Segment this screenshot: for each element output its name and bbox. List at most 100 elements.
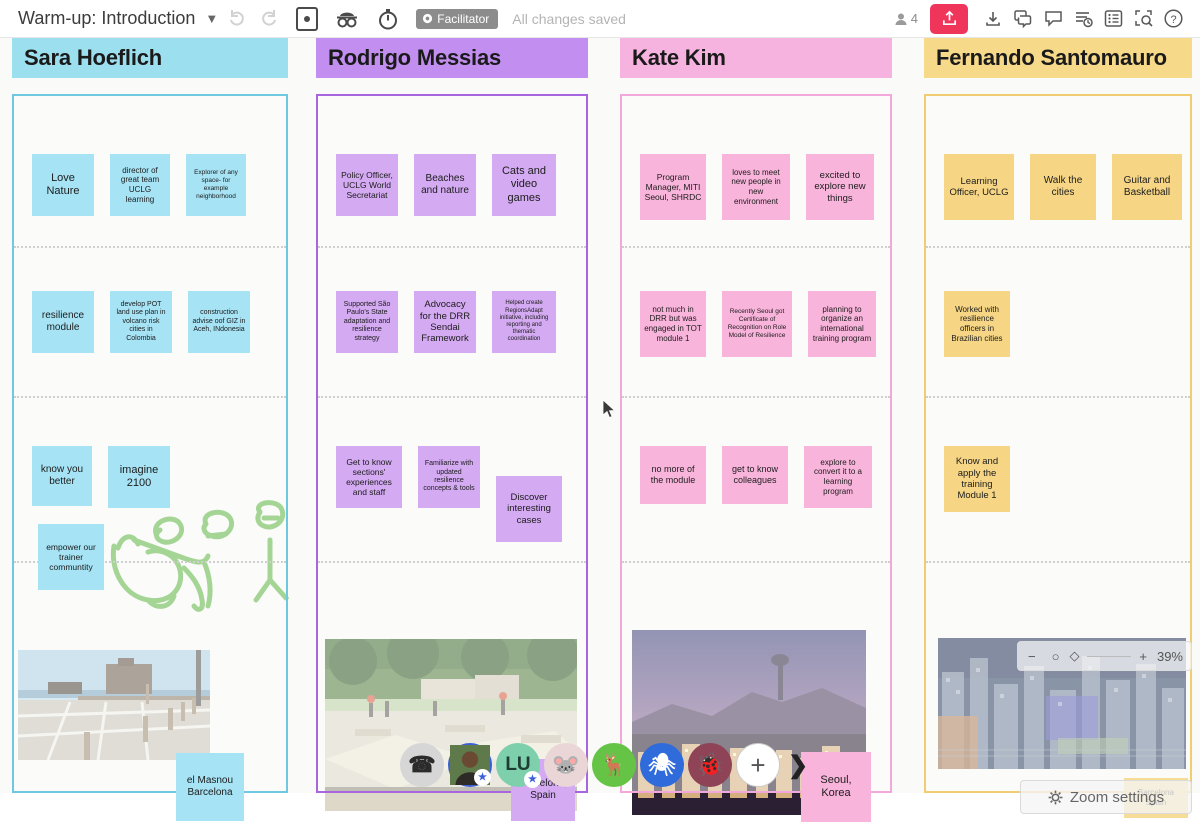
sticky-note-text: imagine 2100 <box>119 463 159 489</box>
column-header-label: Kate Kim <box>632 45 726 70</box>
sticky-note[interactable]: loves to meet new people in new environm… <box>722 154 790 220</box>
avatar-ladybug[interactable]: 🐞 <box>688 743 732 787</box>
avatar-mouse[interactable]: 🐭 <box>544 743 588 787</box>
section-divider <box>926 561 1190 563</box>
sticky-note[interactable]: Explorer of any space- for example neigh… <box>186 154 246 216</box>
user-count[interactable]: 4 <box>894 11 918 26</box>
column-header[interactable]: Fernando Santomauro <box>924 38 1192 78</box>
sticky-note-text: director of great team UCLG learning <box>120 165 160 204</box>
sticky-note[interactable]: planning to organize an international tr… <box>808 291 876 357</box>
zoom-slider-track[interactable] <box>1087 655 1132 657</box>
sticky-note[interactable]: Program Manager, MITI Seoul, SHRDC <box>640 154 706 220</box>
undo-icon[interactable] <box>224 6 250 32</box>
download-icon[interactable] <box>978 4 1008 34</box>
sticky-note[interactable]: Discover interesting cases <box>496 476 562 542</box>
column-header[interactable]: Sara Hoeflich <box>12 38 288 78</box>
sticky-note-caption-2[interactable]: Seoul, Korea <box>801 752 871 822</box>
activity-history-icon[interactable] <box>1068 4 1098 34</box>
section-divider <box>318 561 586 563</box>
sticky-note[interactable]: no more of the module <box>640 446 706 504</box>
sticky-note-text: Worked with resilience officers in Brazi… <box>951 304 1003 343</box>
svg-text:?: ? <box>1170 14 1176 26</box>
sticky-note[interactable]: Helped create RegionsAdapt initiative, i… <box>492 291 556 353</box>
zoom-in-button[interactable]: + <box>1139 649 1147 664</box>
sticky-note[interactable]: Policy Officer, UCLG World Secretariat <box>336 154 398 216</box>
sticky-note[interactable]: explore to convert it to a learning prog… <box>804 446 872 508</box>
chevron-down-icon[interactable]: ▼ <box>205 11 218 26</box>
avatar-deer[interactable]: 🦌 <box>592 743 636 787</box>
frame-icon[interactable] <box>296 6 319 31</box>
share-button[interactable] <box>930 3 968 34</box>
sticky-note[interactable]: Learning Officer, UCLG <box>944 154 1014 220</box>
sticky-note[interactable]: develop POT land use plan in volcano ris… <box>110 291 172 353</box>
section-divider <box>318 396 586 398</box>
sticky-note[interactable]: resilience module <box>32 291 94 353</box>
sticky-note-text: planning to organize an international tr… <box>812 304 872 343</box>
sticky-note[interactable]: empower our trainer communtity <box>38 524 104 590</box>
sticky-note[interactable]: Recently Seoul got Certificate of Recogn… <box>722 291 792 357</box>
board-column: Rodrigo Messias Policy Officer, UCLG Worl… <box>316 38 588 793</box>
gear-icon <box>1048 790 1063 804</box>
zoom-reset-button[interactable]: ○ <box>1036 649 1060 664</box>
sticky-note-text: resilience module <box>41 310 85 333</box>
sticky-note[interactable]: construction advise oof GIZ in Aceh, INd… <box>188 291 250 353</box>
column-header[interactable]: Kate Kim <box>620 38 892 78</box>
incognito-glasses-icon[interactable] <box>334 7 360 31</box>
sticky-note-text: Seoul, Korea <box>820 773 852 799</box>
avatar-star-badge: ★ <box>524 771 541 788</box>
zoom-fit-button[interactable]: ◇ <box>1059 648 1079 664</box>
section-divider <box>14 396 286 398</box>
sticky-note-text: Program Manager, MITI Seoul, SHRDC <box>644 171 702 203</box>
avatar-add[interactable]: + <box>736 743 780 787</box>
column-frame[interactable]: Policy Officer, UCLG World Secretariat Be… <box>316 94 588 793</box>
comments-icon[interactable] <box>1008 4 1038 34</box>
sticky-note-text: Cats and video games <box>501 165 547 204</box>
sticky-note[interactable]: Familiarize with updated resilience conc… <box>418 446 480 508</box>
timer-icon[interactable] <box>376 7 400 31</box>
sticky-note-text: Policy Officer, UCLG World Secretariat <box>341 169 393 201</box>
zoom-level-value: 39% <box>1156 648 1183 664</box>
sticky-note[interactable]: Supported São Paulo's State adaptation a… <box>336 291 398 353</box>
sticky-note-text: construction advise oof GIZ in Aceh, INd… <box>192 309 246 334</box>
board-canvas[interactable]: Sara Hoeflich Love Nature director of grea… <box>0 38 1200 822</box>
redo-icon[interactable] <box>256 6 282 32</box>
column-header-label: Sara Hoeflich <box>24 45 163 70</box>
avatar-lu[interactable]: LU ★ <box>496 743 541 788</box>
sticky-note[interactable]: imagine 2100 <box>108 446 170 508</box>
chat-bubble-icon[interactable] <box>1038 4 1068 34</box>
column-frame[interactable]: Learning Officer, UCLG Walk the cities Gui… <box>924 94 1192 793</box>
zoom-out-button[interactable]: − <box>1018 649 1036 664</box>
zoom-control[interactable]: − ○ ◇ + 39% <box>1017 641 1192 671</box>
column-frame[interactable]: Program Manager, MITI Seoul, SHRDC loves … <box>620 94 892 793</box>
sticky-note[interactable]: Walk the cities <box>1030 154 1096 220</box>
sticky-note[interactable]: Love Nature <box>32 154 94 216</box>
sticky-note[interactable]: Beaches and nature <box>414 154 476 216</box>
sticky-note[interactable]: Worked with resilience officers in Brazi… <box>944 291 1010 357</box>
avatar-phone[interactable]: ☎ <box>400 743 444 787</box>
avatar-next-button[interactable]: ❯ <box>788 751 808 780</box>
sticky-note[interactable]: Advocacy for the DRR Sendai Framework <box>414 291 476 353</box>
board-title[interactable]: Warm-up: Introduction <box>18 8 195 29</box>
frame-search-icon[interactable] <box>1128 4 1158 34</box>
facilitator-badge[interactable]: Facilitator <box>416 8 499 29</box>
avatar-spider[interactable]: 🕷 <box>640 743 684 787</box>
user-count-value: 4 <box>910 11 918 26</box>
sticky-note-text: get to know colleagues <box>731 464 779 485</box>
sticky-note-caption-0[interactable]: el Masnou Barcelona <box>176 753 244 821</box>
zoom-settings-button[interactable]: Zoom settings <box>1020 780 1192 814</box>
avatar-photo[interactable]: ★ <box>448 743 492 787</box>
help-icon[interactable]: ? <box>1158 4 1188 34</box>
sticky-note[interactable]: get to know colleagues <box>722 446 788 504</box>
sticky-note[interactable]: Guitar and Basketball <box>1112 154 1182 220</box>
list-icon[interactable] <box>1098 4 1128 34</box>
column-header[interactable]: Rodrigo Messias <box>316 38 588 78</box>
section-divider <box>622 396 890 398</box>
sticky-note[interactable]: director of great team UCLG learning <box>110 154 170 216</box>
column-frame[interactable]: Love Nature director of great team UCLG l… <box>12 94 288 793</box>
sticky-note[interactable]: not much in DRR but was engaged in TOT m… <box>640 291 706 357</box>
sticky-note[interactable]: excited to explore new things <box>806 154 874 220</box>
sticky-note[interactable]: Know and apply the training Module 1 <box>944 446 1010 512</box>
sticky-note[interactable]: know you better <box>32 446 92 506</box>
sticky-note[interactable]: Cats and video games <box>492 154 556 216</box>
sticky-note[interactable]: Get to know sections' experiences and st… <box>336 446 402 508</box>
